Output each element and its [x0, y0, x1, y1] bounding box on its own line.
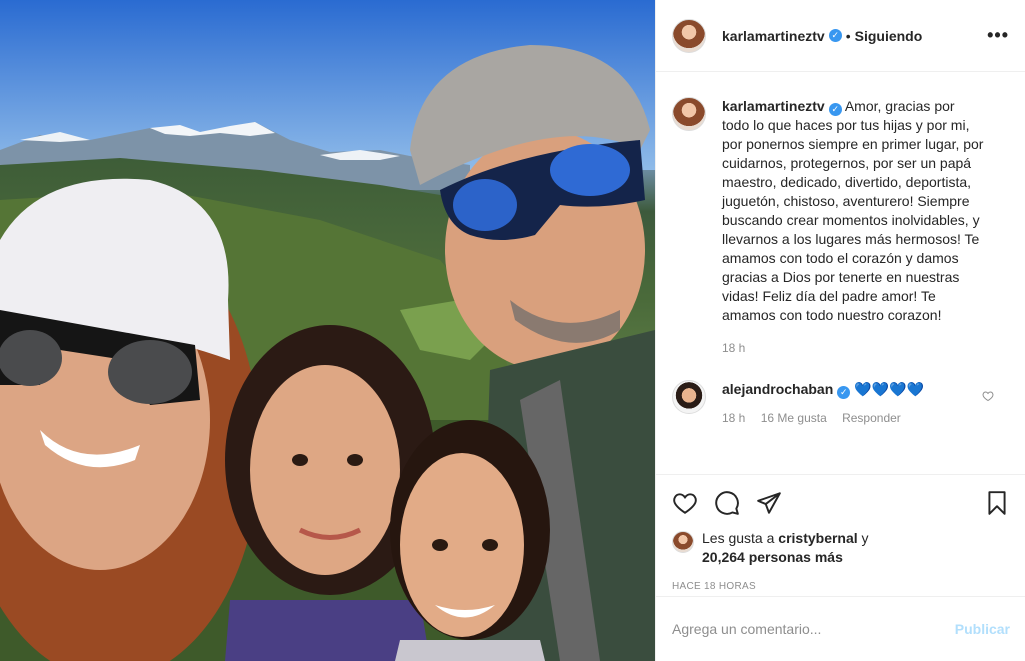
comment-time[interactable]: 18 h	[722, 411, 745, 425]
header-separator: •	[845, 27, 851, 44]
liker-username[interactable]: cristybernal	[778, 530, 857, 546]
caption-time[interactable]: 18 h	[722, 341, 745, 355]
commenter-avatar[interactable]	[672, 380, 706, 414]
comments-section[interactable]: karlamartineztv ✓ Amor, gracias por todo …	[656, 73, 1025, 473]
caption: karlamartineztv ✓ Amor, gracias por todo …	[672, 73, 1010, 358]
verified-badge-icon: ✓	[828, 29, 842, 42]
comment-item: alejandrochaban ✓ 💙💙💙💙 18 h 16 Me gusta R…	[672, 358, 1010, 428]
likes-summary: Les gusta a cristybernal y 20,264 person…	[672, 529, 1010, 567]
verified-badge-icon: ✓	[837, 386, 851, 399]
caption-meta: 18 h	[722, 339, 984, 358]
comment-input[interactable]	[672, 621, 955, 637]
likes-others-count[interactable]: 20,264 personas más	[702, 549, 843, 565]
caption-avatar[interactable]	[672, 97, 706, 131]
share-send-icon[interactable]	[756, 490, 782, 516]
comment-text: 💙💙💙💙	[854, 381, 924, 397]
add-comment-bar: Publicar	[656, 596, 1025, 661]
verified-badge-icon: ✓	[828, 103, 842, 116]
comment-likes[interactable]: 16 Me gusta	[761, 411, 827, 425]
save-bookmark-icon[interactable]	[984, 490, 1010, 516]
author-avatar[interactable]	[672, 18, 706, 53]
caption-text: Amor, gracias por todo lo que haces por …	[722, 98, 984, 323]
post-photo[interactable]	[0, 0, 655, 661]
comment-meta: 18 h 16 Me gusta Responder	[722, 409, 984, 428]
comment-username[interactable]: alejandrochaban	[722, 381, 833, 397]
liker-avatar[interactable]	[672, 531, 694, 553]
comment-bubble-icon[interactable]	[714, 490, 740, 516]
like-heart-icon[interactable]	[672, 490, 698, 516]
post-header: karlamartineztv ✓ • Siguiendo •••	[656, 0, 1025, 72]
post-timestamp[interactable]: HACE 18 HORAS	[672, 581, 1010, 592]
publish-button[interactable]: Publicar	[955, 621, 1010, 637]
post-sidebar: karlamartineztv ✓ • Siguiendo ••• karlam…	[655, 0, 1025, 661]
reply-button[interactable]: Responder	[842, 411, 901, 425]
likes-joiner: y	[861, 530, 869, 546]
following-button[interactable]: Siguiendo	[855, 28, 923, 44]
post-actions: Les gusta a cristybernal y 20,264 person…	[656, 474, 1025, 596]
author-username[interactable]: karlamartineztv	[722, 28, 825, 44]
more-options-icon[interactable]: •••	[987, 25, 1009, 46]
caption-username[interactable]: karlamartineztv	[722, 98, 825, 114]
comment-like-icon[interactable]	[982, 390, 994, 402]
likes-prefix: Les gusta a	[702, 530, 775, 546]
photo-scene	[0, 0, 655, 661]
likes-text: Les gusta a cristybernal y 20,264 person…	[702, 529, 869, 567]
action-bar	[672, 487, 1010, 519]
